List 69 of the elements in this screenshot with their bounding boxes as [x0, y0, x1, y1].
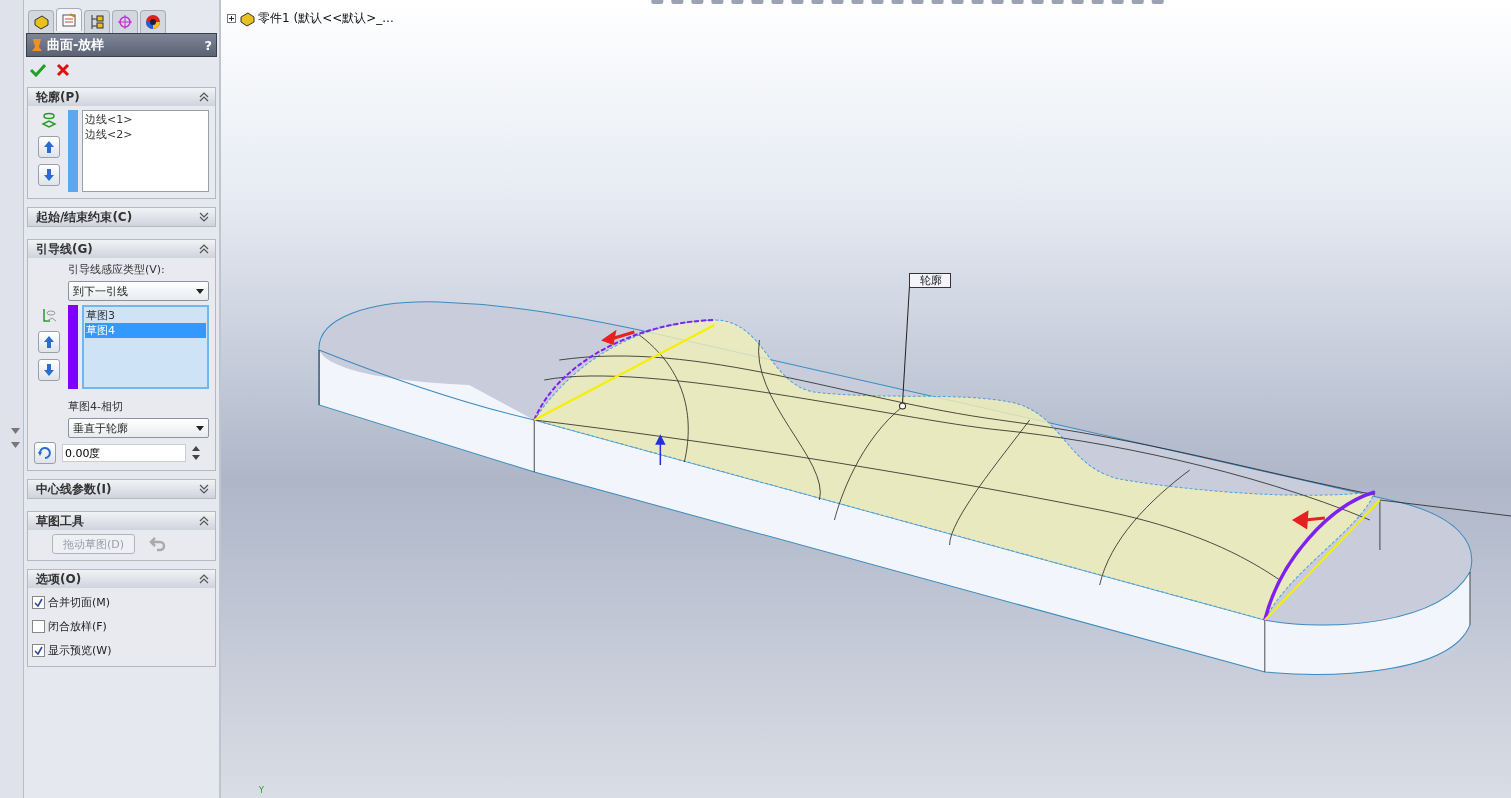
up-arrow-icon [43, 140, 55, 154]
section-title: 引导线(G) [36, 240, 93, 258]
angle-field[interactable]: 0.00度 [62, 444, 186, 462]
section-header[interactable]: 草图工具 [28, 512, 215, 530]
list-item[interactable]: 草图3 [85, 308, 206, 323]
down-arrow-icon [43, 168, 55, 182]
section-header[interactable]: 起始/结束约束(C) [28, 208, 215, 226]
expand-chevron-icon[interactable] [199, 212, 209, 222]
move-up-button[interactable] [38, 331, 60, 353]
field-label: 引导线感应类型(V): [67, 262, 166, 277]
feature-tree-root[interactable]: 零件1 (默认<<默认>_... [258, 10, 394, 27]
part-icon [239, 10, 255, 27]
expand-chevron-icon[interactable] [199, 484, 209, 494]
color-ball-icon [145, 14, 161, 30]
part-icon [33, 14, 49, 30]
panel-tab[interactable] [28, 10, 54, 33]
down-arrow-icon [43, 363, 55, 377]
guide-curve-icon [41, 307, 57, 325]
property-sheet-icon [61, 12, 77, 28]
profile-icon [41, 112, 57, 130]
section-title: 轮廓(P) [36, 88, 80, 106]
section-title: 中心线参数(I) [36, 480, 112, 498]
profile-list[interactable]: 边线<1> 边线<2> [82, 110, 209, 192]
panel-tab[interactable] [84, 10, 110, 33]
move-down-button[interactable] [38, 164, 60, 186]
move-down-button[interactable] [38, 359, 60, 381]
checkbox[interactable] [32, 643, 45, 657]
checkbox[interactable] [32, 595, 45, 609]
section-title: 草图工具 [36, 512, 84, 530]
section-header[interactable]: 选项(O) [28, 570, 215, 588]
loft-icon [31, 38, 43, 52]
section-header[interactable]: 轮廓(P) [28, 88, 215, 106]
panel-tab[interactable] [140, 10, 166, 33]
checkbox-option[interactable]: 闭合放样(F) [32, 616, 209, 636]
collapse-chevron-icon[interactable] [199, 574, 209, 584]
guide-curve-list[interactable]: 草图3 草图4 [82, 305, 209, 389]
list-item[interactable]: 边线<1> [84, 112, 207, 127]
view-toolbar-drawing[interactable] [651, 0, 1164, 4]
spinner-icon[interactable] [192, 445, 200, 461]
collapse-chevron-icon[interactable] [199, 516, 209, 526]
dropdown-caret-icon [196, 425, 204, 431]
collapse-chevron-icon[interactable] [199, 244, 209, 254]
reverse-button[interactable] [34, 442, 56, 464]
callout-label: 轮廓 [909, 273, 951, 288]
ok-check-icon[interactable] [30, 63, 46, 77]
collapse-chevron-icon[interactable] [199, 92, 209, 102]
graphics-viewport[interactable]: 零件1 (默认<<默认>_... 轮廓 Y [221, 0, 1511, 798]
checkbox-option[interactable]: 显示预览(W) [32, 640, 209, 660]
crosshair-icon [117, 14, 133, 30]
checkbox[interactable] [32, 619, 45, 633]
expand-plus-icon[interactable] [227, 14, 236, 23]
section-title: 起始/结束约束(C) [36, 208, 133, 226]
help-button[interactable]: ? [204, 37, 212, 53]
dropdown-caret-icon [196, 288, 204, 294]
list-item[interactable]: 边线<2> [84, 127, 207, 142]
section-title: 选项(O) [36, 570, 82, 588]
axis-label: Y [259, 786, 264, 795]
section-header[interactable]: 中心线参数(I) [28, 480, 215, 498]
dropdown[interactable]: 到下一引线 [68, 281, 209, 301]
section-header[interactable]: 引导线(G) [28, 240, 215, 258]
move-up-button[interactable] [38, 136, 60, 158]
checkbox-option[interactable]: 合并切面(M) [32, 592, 209, 612]
rotate-icon [37, 445, 53, 461]
field-label: 草图4-相切 [67, 399, 124, 414]
up-arrow-icon [43, 335, 55, 349]
config-tree-icon [89, 14, 105, 30]
panel-title: 曲面-放样 [47, 36, 106, 54]
dropdown[interactable]: 垂直于轮廓 [68, 418, 209, 438]
cancel-x-icon[interactable] [56, 63, 70, 77]
